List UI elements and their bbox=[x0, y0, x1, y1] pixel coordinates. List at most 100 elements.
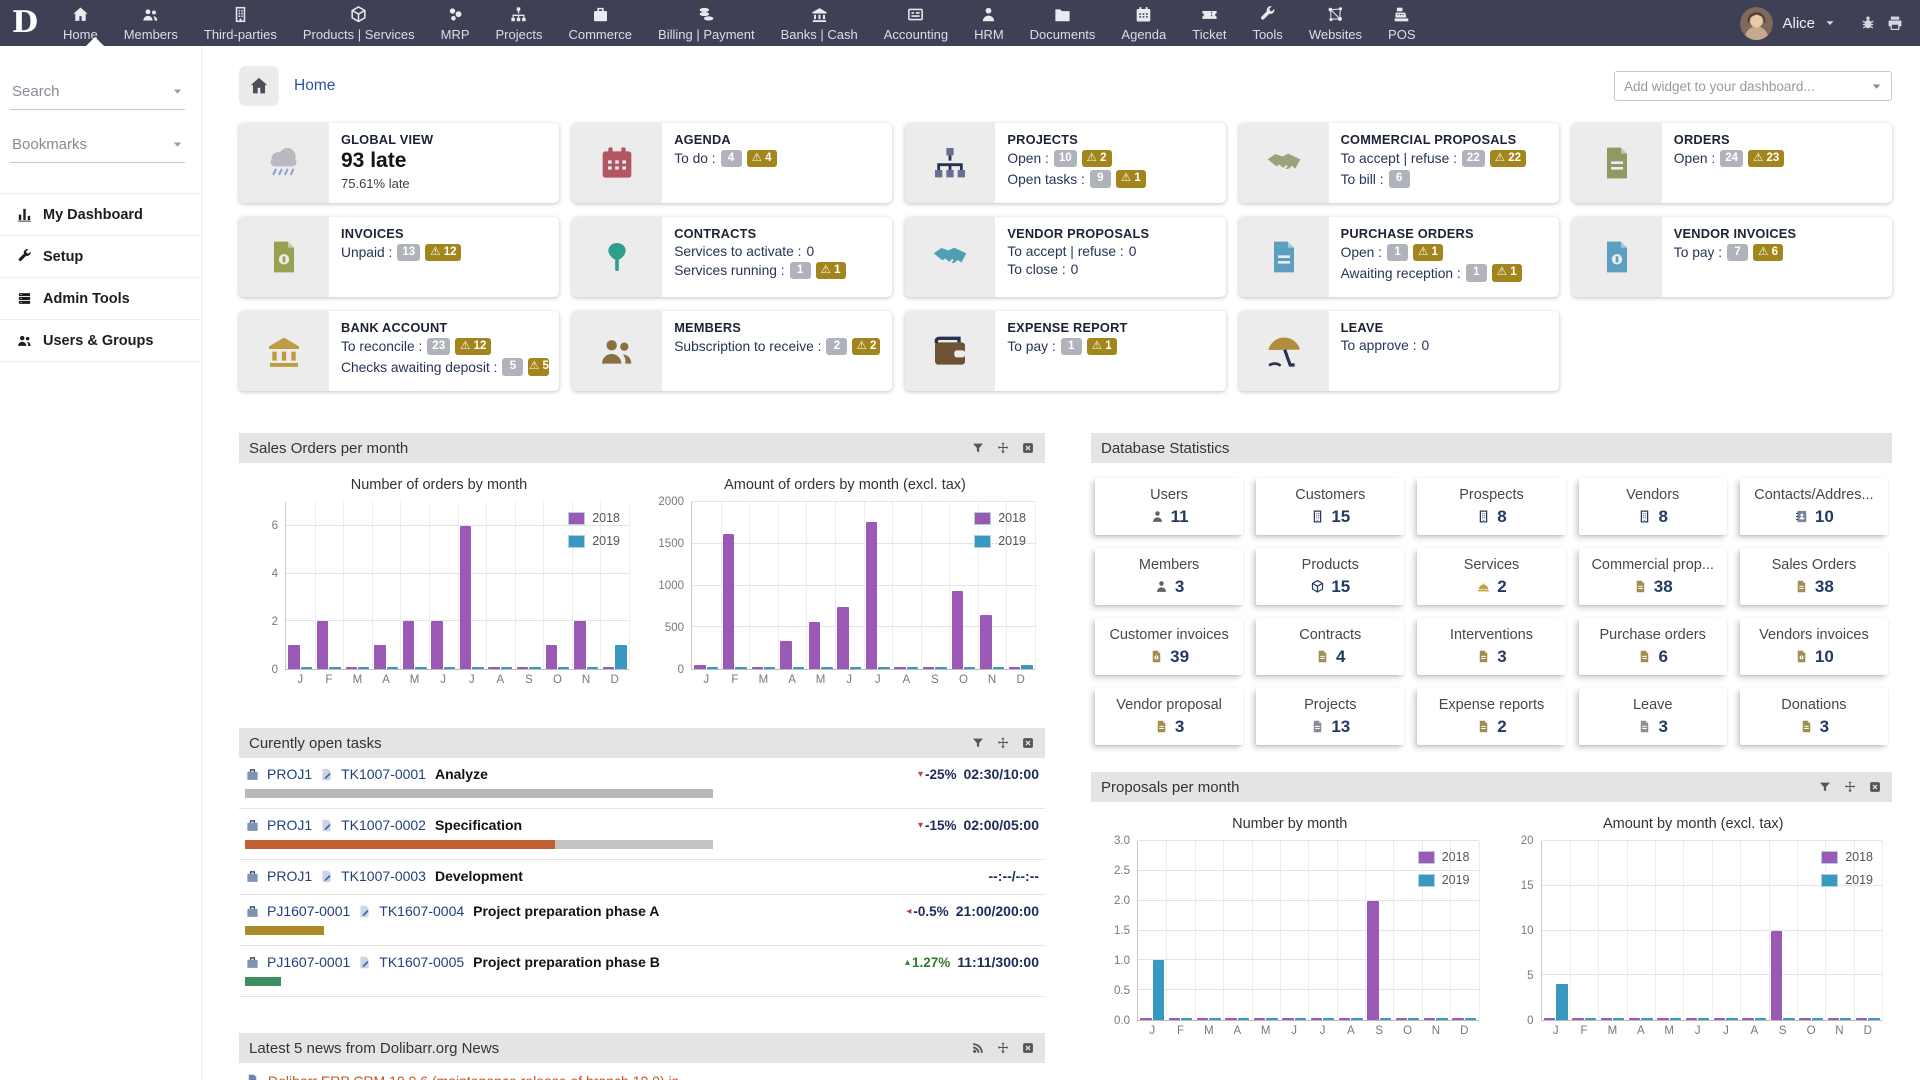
home-icon[interactable] bbox=[239, 66, 279, 106]
widget-members[interactable]: MEMBERS Subscription to receive :2 ⚠ 2 bbox=[572, 311, 893, 391]
widget-vendor-invoices[interactable]: VENDOR INVOICES To pay :7 ⚠ 6 bbox=[1571, 217, 1892, 297]
widget-agenda[interactable]: AGENDA To do :4 ⚠ 4 bbox=[572, 123, 893, 203]
warning-badge[interactable]: ⚠ 1 bbox=[1115, 170, 1146, 188]
warning-badge[interactable]: ⚠ 6 bbox=[1753, 244, 1784, 262]
widget-projects[interactable]: PROJECTS Open :10 ⚠ 2 Open tasks :9 ⚠ 1 bbox=[905, 123, 1226, 203]
bug-icon[interactable] bbox=[1859, 14, 1877, 32]
user-name[interactable]: Alice bbox=[1782, 15, 1815, 32]
print-icon[interactable] bbox=[1886, 14, 1904, 32]
avatar[interactable] bbox=[1740, 6, 1774, 40]
bookmarks-select[interactable]: Bookmarks bbox=[10, 127, 185, 163]
warning-badge[interactable]: ⚠ 12 bbox=[455, 338, 492, 356]
stat-contracts[interactable]: Contracts 4 bbox=[1256, 618, 1405, 675]
widget-commercial-proposals[interactable]: COMMERCIAL PROPOSALS To accept | refuse :… bbox=[1238, 123, 1559, 203]
stat-interventions[interactable]: Interventions 3 bbox=[1417, 618, 1566, 675]
nav-item-websites[interactable]: Websites bbox=[1296, 0, 1375, 46]
task-project-link[interactable]: PJ1607-0001 bbox=[267, 954, 350, 970]
nav-item-members[interactable]: Members bbox=[111, 0, 191, 46]
widget-expense-report[interactable]: EXPENSE REPORT To pay :1 ⚠ 1 bbox=[905, 311, 1226, 391]
sidebar-item-users-groups[interactable]: Users & Groups bbox=[0, 320, 201, 362]
stat-sales-orders[interactable]: Sales Orders 38 bbox=[1739, 548, 1888, 605]
widget-leave[interactable]: LEAVE To approve : 0 bbox=[1238, 311, 1559, 391]
count-badge[interactable]: 9 bbox=[1089, 170, 1111, 188]
nav-item-ticket[interactable]: Ticket bbox=[1179, 0, 1239, 46]
warning-badge[interactable]: ⚠ 1 bbox=[1413, 244, 1443, 262]
warning-badge[interactable]: ⚠ 1 bbox=[1086, 338, 1117, 356]
count-badge[interactable]: 2 bbox=[826, 338, 848, 356]
filter-icon[interactable] bbox=[971, 441, 985, 455]
widget-bank-account[interactable]: BANK ACCOUNT To reconcile :23 ⚠ 12 Checks a… bbox=[239, 311, 560, 391]
move-icon[interactable] bbox=[996, 1041, 1010, 1055]
task-ref-link[interactable]: TK1007-0001 bbox=[341, 766, 426, 782]
close-icon[interactable] bbox=[1021, 1041, 1035, 1055]
task-name-link[interactable]: Project preparation phase B bbox=[473, 954, 660, 970]
warning-badge[interactable]: ⚠ 12 bbox=[425, 244, 462, 262]
nav-item-hrm[interactable]: HRM bbox=[961, 0, 1017, 46]
close-icon[interactable] bbox=[1021, 736, 1035, 750]
nav-item-projects[interactable]: Projects bbox=[483, 0, 556, 46]
stat-purchase-orders[interactable]: Purchase orders 6 bbox=[1578, 618, 1727, 675]
stat-products[interactable]: Products 15 bbox=[1256, 548, 1405, 605]
count-badge[interactable]: 22 bbox=[1461, 150, 1485, 168]
task-name-link[interactable]: Analyze bbox=[435, 766, 488, 782]
filter-icon[interactable] bbox=[971, 736, 985, 750]
count-badge[interactable]: 6 bbox=[1388, 170, 1410, 188]
stat-donations[interactable]: Donations 3 bbox=[1739, 688, 1888, 745]
move-icon[interactable] bbox=[996, 441, 1010, 455]
stat-members[interactable]: Members 3 bbox=[1095, 548, 1244, 605]
news-feed-icon[interactable] bbox=[971, 1041, 985, 1055]
nav-item-mrp[interactable]: MRP bbox=[428, 0, 483, 46]
widget-orders[interactable]: ORDERS Open :24 ⚠ 23 bbox=[1571, 123, 1892, 203]
task-ref-link[interactable]: TK1007-0003 bbox=[341, 868, 426, 884]
warning-badge[interactable]: ⚠ 1 bbox=[1491, 264, 1522, 282]
count-badge[interactable]: 13 bbox=[397, 244, 421, 262]
stat-commercial-proposals[interactable]: Commercial prop... 38 bbox=[1578, 548, 1727, 605]
warning-badge[interactable]: ⚠ 4 bbox=[746, 150, 777, 168]
count-badge[interactable]: 1 bbox=[1387, 244, 1409, 262]
count-badge[interactable]: 1 bbox=[789, 262, 811, 280]
nav-item-tools[interactable]: Tools bbox=[1239, 0, 1295, 46]
close-icon[interactable] bbox=[1021, 441, 1035, 455]
nav-item-agenda[interactable]: Agenda bbox=[1108, 0, 1179, 46]
close-icon[interactable] bbox=[1868, 780, 1882, 794]
task-ref-link[interactable]: TK1607-0005 bbox=[379, 954, 464, 970]
stat-expense-reports[interactable]: Expense reports 2 bbox=[1417, 688, 1566, 745]
warning-badge[interactable]: ⚠ 2 bbox=[1081, 150, 1112, 168]
task-ref-link[interactable]: TK1007-0002 bbox=[341, 817, 426, 833]
stat-users[interactable]: Users 11 bbox=[1095, 478, 1244, 535]
warning-badge[interactable]: ⚠ 2 bbox=[852, 338, 881, 356]
widget-contracts[interactable]: CONTRACTS Services to activate : 0 Services… bbox=[572, 217, 893, 297]
count-badge[interactable]: 24 bbox=[1720, 150, 1744, 168]
widget-vendor-proposals[interactable]: VENDOR PROPOSALS To accept | refuse : 0 To … bbox=[905, 217, 1226, 297]
stat-customers[interactable]: Customers 15 bbox=[1256, 478, 1405, 535]
move-icon[interactable] bbox=[996, 736, 1010, 750]
widget-purchase-orders[interactable]: PURCHASE ORDERS Open :1 ⚠ 1 Awaiting recept… bbox=[1238, 217, 1559, 297]
nav-item-billing-payment[interactable]: Billing | Payment bbox=[645, 0, 768, 46]
filter-icon[interactable] bbox=[1818, 780, 1832, 794]
count-badge[interactable]: 7 bbox=[1727, 244, 1749, 262]
count-badge[interactable]: 1 bbox=[1465, 264, 1487, 282]
sidebar-item-admin-tools[interactable]: Admin Tools bbox=[0, 278, 201, 320]
stat-leave[interactable]: Leave 3 bbox=[1578, 688, 1727, 745]
nav-item-banks-cash[interactable]: Banks | Cash bbox=[768, 0, 871, 46]
stat-vendors-invoices[interactable]: Vendors invoices 10 bbox=[1739, 618, 1888, 675]
task-ref-link[interactable]: TK1607-0004 bbox=[379, 903, 464, 919]
nav-item-accounting[interactable]: Accounting bbox=[871, 0, 961, 46]
task-project-link[interactable]: PJ1607-0001 bbox=[267, 903, 350, 919]
stat-services[interactable]: Services 2 bbox=[1417, 548, 1566, 605]
widget-global-view[interactable]: GLOBAL VIEW 93 late 75.61% late bbox=[239, 123, 560, 203]
nav-item-third-parties[interactable]: Third-parties bbox=[191, 0, 290, 46]
count-badge[interactable]: 23 bbox=[427, 338, 451, 356]
add-widget-select[interactable]: Add widget to your dashboard... bbox=[1614, 71, 1892, 101]
widget-invoices[interactable]: INVOICES Unpaid :13 ⚠ 12 bbox=[239, 217, 560, 297]
task-project-link[interactable]: PROJ1 bbox=[267, 817, 312, 833]
app-logo[interactable]: D bbox=[0, 0, 50, 46]
sidebar-item-setup[interactable]: Setup bbox=[0, 236, 201, 278]
count-badge[interactable]: 4 bbox=[720, 150, 742, 168]
task-name-link[interactable]: Development bbox=[435, 868, 523, 884]
stat-prospects[interactable]: Prospects 8 bbox=[1417, 478, 1566, 535]
chevron-down-icon[interactable] bbox=[1824, 17, 1836, 29]
task-project-link[interactable]: PROJ1 bbox=[267, 766, 312, 782]
stat-customer-invoices[interactable]: Customer invoices 39 bbox=[1095, 618, 1244, 675]
news-item[interactable]: Dolibarr ERP CRM 10.0.6 (maintenance rel… bbox=[239, 1063, 1045, 1080]
